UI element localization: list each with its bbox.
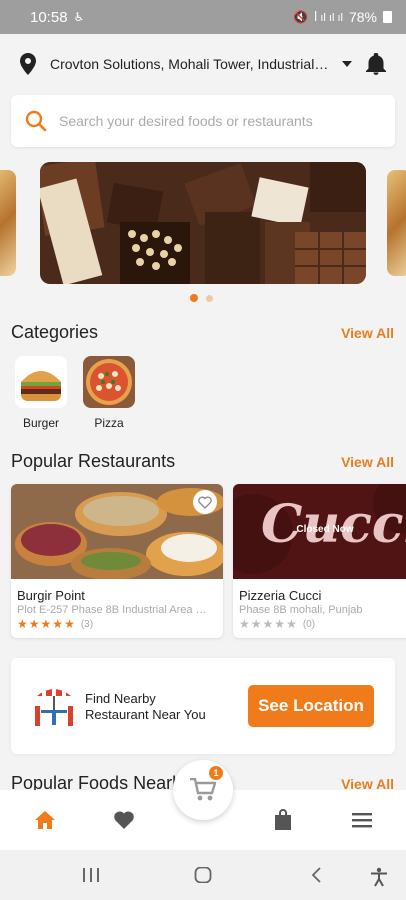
- banner-next-slide[interactable]: [387, 170, 406, 276]
- search-bar[interactable]: [11, 95, 395, 147]
- status-bar: 10:58 ♿ 🔇 ꟾ ıl ıl ıl 78%: [0, 0, 406, 34]
- star-icon: ★: [52, 617, 64, 631]
- restaurant-table-icon: [35, 688, 73, 726]
- home-button-icon[interactable]: [194, 867, 212, 883]
- rating-stars: ★ ★ ★ ★ ★ (3): [17, 617, 93, 631]
- star-icon: ★: [286, 617, 297, 631]
- restaurant-photo: Cucci Closed Now: [233, 484, 406, 579]
- restaurant-name: Pizzeria Cucci: [239, 588, 322, 603]
- promo-banner[interactable]: [40, 162, 366, 284]
- find-nearby-line2: Restaurant Near You: [85, 707, 206, 722]
- restaurant-photo: [11, 484, 223, 579]
- category-burger[interactable]: Burger: [14, 356, 68, 430]
- popular-restaurants-title: Popular Restaurants: [11, 451, 176, 471]
- restaurant-address: Phase 8B mohali, Punjab: [239, 604, 363, 616]
- review-count: (3): [80, 618, 94, 630]
- restaurants-view-all-link[interactable]: View All: [341, 454, 394, 470]
- category-label: Pizza: [94, 416, 124, 430]
- category-pizza[interactable]: Pizza: [82, 356, 136, 430]
- search-icon: [25, 110, 47, 132]
- favorites-heart-icon[interactable]: [112, 808, 136, 832]
- banner-prev-slide[interactable]: [0, 170, 16, 276]
- favorite-button[interactable]: [193, 490, 217, 514]
- heart-outline-icon: [198, 495, 212, 509]
- chocolate-banner-image: [40, 162, 366, 284]
- cart-count-badge: 1: [209, 766, 223, 780]
- recent-apps-icon[interactable]: [82, 867, 100, 883]
- orders-bag-icon[interactable]: [271, 808, 295, 832]
- star-icon: ★: [239, 617, 250, 631]
- see-location-button[interactable]: See Location: [248, 685, 374, 727]
- signal-icons: ꟾ ıl ıl ıl: [314, 11, 343, 24]
- back-icon[interactable]: [310, 867, 322, 883]
- review-count: (0): [302, 618, 316, 630]
- star-icon: ★: [250, 617, 262, 631]
- carousel-dot-active[interactable]: [190, 294, 198, 302]
- find-nearby-line1: Find Nearby: [85, 691, 156, 706]
- restaurant-name: Burgir Point: [17, 588, 85, 603]
- star-icon: ★: [274, 617, 286, 631]
- accessibility-icon[interactable]: [370, 867, 388, 887]
- star-icon: ★: [28, 617, 40, 631]
- rating-stars: ★ ★ ★ ★ ★ (0): [239, 617, 315, 631]
- categories-title: Categories: [11, 322, 99, 342]
- status-time: 10:58: [30, 8, 68, 26]
- system-navigation-bar: [0, 850, 406, 900]
- find-nearby-text: Find Nearby Restaurant Near You: [85, 691, 206, 723]
- location-header[interactable]: Crovton Solutions, Mohali Tower, Industr…: [0, 34, 406, 94]
- restaurant-card-pizzeria-cucci[interactable]: Cucci Closed Now Pizzeria Cucci Phase 8B…: [233, 484, 406, 638]
- closed-now-badge: Closed Now: [296, 524, 354, 535]
- cart-button[interactable]: 1: [173, 760, 233, 820]
- home-icon[interactable]: [33, 808, 57, 832]
- star-icon: ★: [64, 617, 75, 631]
- accessibility-status-icon: ♿: [73, 10, 85, 24]
- mute-icon: 🔇: [293, 10, 309, 24]
- carousel-dots: [190, 294, 213, 302]
- notification-bell-icon[interactable]: [366, 53, 386, 75]
- star-icon: ★: [40, 617, 52, 631]
- restaurant-address: Plot E-257 Phase 8B Industrial Area Moha…: [17, 604, 213, 616]
- find-nearby-card: Find Nearby Restaurant Near You See Loca…: [11, 658, 395, 754]
- pizza-image: [83, 356, 135, 408]
- restaurant-card-burgir-point[interactable]: Burgir Point Plot E-257 Phase 8B Industr…: [11, 484, 223, 638]
- search-input[interactable]: [57, 112, 381, 130]
- category-label: Burger: [22, 416, 60, 430]
- burger-image: [15, 356, 67, 408]
- battery-level: 78%: [348, 9, 377, 25]
- battery-icon: [383, 11, 392, 23]
- categories-view-all-link[interactable]: View All: [341, 325, 394, 341]
- chevron-down-icon[interactable]: [342, 61, 352, 67]
- delivery-address[interactable]: Crovton Solutions, Mohali Tower, Industr…: [50, 56, 330, 72]
- carousel-dot[interactable]: [206, 294, 213, 302]
- shopping-cart-icon: [190, 778, 216, 801]
- menu-hamburger-icon[interactable]: [350, 808, 374, 832]
- location-pin-icon: [20, 53, 36, 75]
- star-icon: ★: [262, 617, 274, 631]
- star-icon: ★: [17, 617, 28, 631]
